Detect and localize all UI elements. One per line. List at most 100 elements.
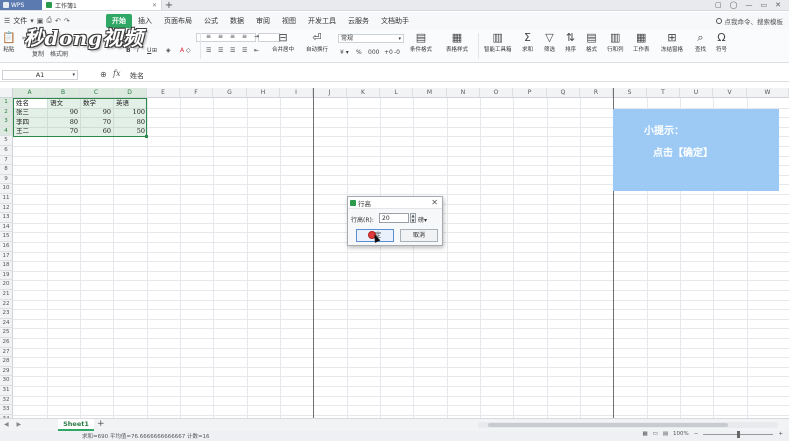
tab-view[interactable]: 视图 xyxy=(276,14,302,28)
border-icon[interactable]: ⊞ xyxy=(152,47,157,54)
zoom-in-icon[interactable]: + xyxy=(778,431,783,437)
row-header[interactable]: 12 xyxy=(0,203,13,214)
table-cell[interactable]: 80 xyxy=(114,118,147,127)
table-cell[interactable]: 李四 xyxy=(14,118,47,127)
row-header[interactable]: 16 xyxy=(0,242,13,252)
command-search[interactable]: 点我命令、搜索模板 xyxy=(715,16,789,26)
column-header[interactable]: P xyxy=(513,88,547,98)
close-window-icon[interactable]: ✕ xyxy=(775,1,781,9)
column-header[interactable]: E xyxy=(147,88,180,98)
column-header[interactable]: H xyxy=(247,88,280,98)
column-header[interactable]: T xyxy=(647,88,680,98)
formula-input[interactable]: 姓名 xyxy=(130,71,144,81)
tab-developer[interactable]: 开发工具 xyxy=(302,14,342,28)
hamburger-menu-icon[interactable]: ☰ xyxy=(4,17,10,25)
align-bottom-icon[interactable]: ≡ xyxy=(230,33,235,40)
column-header[interactable]: J xyxy=(313,88,347,98)
percent-icon[interactable]: % xyxy=(356,49,362,56)
row-header[interactable]: 8 xyxy=(0,165,13,175)
table-style-button[interactable]: ▦ 表格样式 xyxy=(446,31,468,53)
indent-icon[interactable]: ⇥ xyxy=(254,33,259,40)
page-layout-icon[interactable]: ▭ xyxy=(653,431,658,437)
row-header[interactable]: 18 xyxy=(0,261,13,271)
row-header[interactable]: 19 xyxy=(0,270,13,281)
column-header[interactable]: N xyxy=(447,88,480,98)
zoom-out-icon[interactable]: − xyxy=(694,431,699,437)
column-header[interactable]: R xyxy=(580,88,613,98)
table-cell[interactable]: 数学 xyxy=(81,99,113,108)
scrollbar-thumb[interactable] xyxy=(488,423,728,427)
row-header[interactable]: 21 xyxy=(0,290,13,300)
fx-icon[interactable]: fx xyxy=(113,69,120,78)
row-height-spinner[interactable]: ▲ ▼ xyxy=(410,213,416,223)
table-cell[interactable]: 60 xyxy=(81,127,113,136)
increase-decimal-icon[interactable]: +0 xyxy=(384,49,393,56)
column-header[interactable]: D xyxy=(113,88,147,98)
row-height-input[interactable]: 20 xyxy=(379,213,409,223)
row-col-button[interactable]: ▥ 行和列 xyxy=(607,31,624,53)
row-header[interactable]: 4 xyxy=(0,126,13,137)
row-header[interactable]: 11 xyxy=(0,194,13,204)
table-cell[interactable]: 70 xyxy=(81,118,113,127)
table-cell[interactable]: 50 xyxy=(114,127,147,136)
row-header[interactable]: 9 xyxy=(0,174,13,185)
unit-select[interactable]: 磅▾ xyxy=(418,215,427,224)
column-header[interactable]: A xyxy=(13,88,47,98)
table-cell[interactable]: 90 xyxy=(81,108,113,117)
row-header[interactable]: 20 xyxy=(0,280,13,290)
row-header[interactable]: 24 xyxy=(0,318,13,329)
row-header[interactable]: 14 xyxy=(0,222,13,233)
row-header[interactable]: 15 xyxy=(0,232,13,242)
account-icon[interactable]: ◯ xyxy=(730,1,738,9)
column-header[interactable]: W xyxy=(747,88,789,98)
table-cell[interactable]: 70 xyxy=(48,127,80,136)
align-center-icon[interactable]: ☰ xyxy=(218,47,223,54)
close-icon[interactable]: ✕ xyxy=(431,198,438,207)
decrease-decimal-icon[interactable]: -0 xyxy=(394,49,400,56)
window-split-line[interactable] xyxy=(313,88,314,418)
align-middle-icon[interactable]: ≡ xyxy=(218,33,223,40)
column-header[interactable]: C xyxy=(80,88,113,98)
symbol-button[interactable]: Ω 符号 xyxy=(716,31,727,53)
column-header[interactable]: F xyxy=(180,88,213,98)
underline-icon[interactable]: U xyxy=(147,47,151,54)
sort-button[interactable]: ⇅ 排序 xyxy=(565,31,576,53)
currency-icon[interactable]: ¥ ▾ xyxy=(340,49,349,56)
align-justify-icon[interactable]: ≡ xyxy=(242,33,247,40)
fill-color-icon[interactable]: ◈ xyxy=(166,47,171,54)
tab-cloud-service[interactable]: 云服务 xyxy=(342,14,375,28)
column-header[interactable]: I xyxy=(280,88,313,98)
table-cell[interactable]: 王二 xyxy=(14,127,47,136)
row-header[interactable]: 6 xyxy=(0,146,13,156)
distribute-icon[interactable]: ☰ xyxy=(242,47,247,54)
zoom-slider-knob[interactable] xyxy=(737,430,741,438)
tab-data[interactable]: 数据 xyxy=(224,14,250,28)
add-sheet-button[interactable]: + xyxy=(97,419,105,429)
normal-view-icon[interactable]: ▦ xyxy=(642,431,647,437)
paste-button[interactable]: 📋 粘贴 xyxy=(2,31,16,53)
row-header[interactable]: 13 xyxy=(0,213,13,223)
row-header[interactable]: 5 xyxy=(0,136,13,146)
align-left-icon[interactable]: ☰ xyxy=(206,47,211,54)
column-header[interactable]: K xyxy=(347,88,380,98)
sheet-tab-sheet1[interactable]: Sheet1 xyxy=(58,419,94,431)
select-all-corner[interactable] xyxy=(0,88,13,98)
name-box[interactable]: A1 ▾ xyxy=(2,70,78,80)
row-header[interactable]: 30 xyxy=(0,376,13,386)
row-header[interactable]: 7 xyxy=(0,155,13,166)
document-tab[interactable]: 工作簿1 ✕ xyxy=(42,0,162,10)
zoom-icon[interactable]: ⊕ xyxy=(100,70,107,79)
outdent-icon[interactable]: ⇤ xyxy=(254,47,259,54)
column-header[interactable]: L xyxy=(380,88,413,98)
table-cell[interactable]: 90 xyxy=(48,108,80,117)
table-cell[interactable]: 英语 xyxy=(114,99,147,108)
row-header[interactable]: 2 xyxy=(0,107,13,118)
zoom-slider[interactable] xyxy=(703,430,774,438)
merge-center-button[interactable]: ⊟ 合并居中 xyxy=(272,31,294,53)
smart-toolbox-button[interactable]: ▥ 智能工具箱 xyxy=(484,31,512,53)
row-header[interactable]: 22 xyxy=(0,299,13,310)
row-header[interactable]: 29 xyxy=(0,366,13,377)
tab-review[interactable]: 审阅 xyxy=(250,14,276,28)
zoom-level[interactable]: 100% xyxy=(673,431,689,437)
row-header[interactable]: 17 xyxy=(0,251,13,262)
